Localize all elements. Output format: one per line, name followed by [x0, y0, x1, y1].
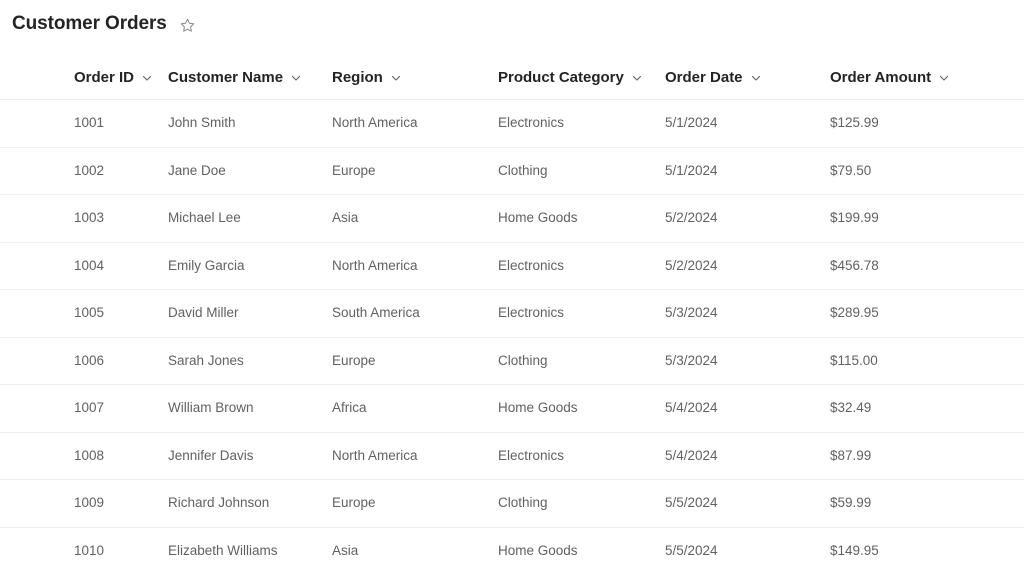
table-row[interactable]: 1004 Emily Garcia North America Electron… — [0, 243, 1024, 290]
cell-order-date: 5/3/2024 — [665, 305, 718, 321]
cell-region: Europe — [332, 495, 376, 511]
cell-product-category: Home Goods — [498, 542, 578, 558]
cell-order-id: 1001 — [74, 115, 105, 131]
cell-order-date: 5/1/2024 — [665, 162, 718, 178]
cell-product-category: Clothing — [498, 162, 548, 178]
column-header-label: Region — [332, 69, 383, 86]
cell-region: Africa — [332, 400, 367, 416]
table-row[interactable]: 1009 Richard Johnson Europe Clothing 5/5… — [0, 480, 1024, 528]
orders-table: Order ID Customer Name Region Product Ca… — [0, 56, 1024, 570]
cell-region: North America — [332, 257, 418, 273]
cell-customer-name: John Smith — [168, 115, 236, 131]
cell-order-id: 1004 — [74, 257, 105, 273]
cell-order-id: 1007 — [74, 400, 105, 416]
cell-order-amount: $32.49 — [830, 400, 872, 416]
cell-order-id: 1002 — [74, 162, 105, 178]
column-header-label: Order Date — [665, 69, 743, 86]
cell-region: Europe — [332, 352, 376, 368]
column-header-order-amount[interactable]: Order Amount — [830, 69, 1024, 86]
column-header-product-category[interactable]: Product Category — [498, 69, 665, 86]
cell-customer-name: Jane Doe — [168, 162, 226, 178]
column-header-label: Product Category — [498, 69, 624, 86]
cell-region: North America — [332, 447, 418, 463]
cell-customer-name: Elizabeth Williams — [168, 542, 278, 558]
cell-product-category: Clothing — [498, 352, 548, 368]
cell-customer-name: Jennifer Davis — [168, 447, 254, 463]
column-header-order-date[interactable]: Order Date — [665, 69, 830, 86]
column-header-region[interactable]: Region — [332, 69, 498, 86]
favorite-star-icon[interactable] — [177, 14, 199, 36]
table-header-row: Order ID Customer Name Region Product Ca… — [0, 56, 1024, 100]
cell-order-date: 5/4/2024 — [665, 447, 718, 463]
cell-region: Asia — [332, 542, 359, 558]
table-row[interactable]: 1005 David Miller South America Electron… — [0, 290, 1024, 338]
column-header-customer-name[interactable]: Customer Name — [168, 69, 332, 86]
table-row[interactable]: 1007 William Brown Africa Home Goods 5/4… — [0, 385, 1024, 433]
table-row[interactable]: 1006 Sarah Jones Europe Clothing 5/3/202… — [0, 338, 1024, 385]
table-row[interactable]: 1002 Jane Doe Europe Clothing 5/1/2024 $… — [0, 148, 1024, 195]
cell-order-id: 1006 — [74, 352, 105, 368]
table-row[interactable]: 1008 Jennifer Davis North America Electr… — [0, 433, 1024, 480]
cell-region: North America — [332, 115, 418, 131]
column-header-label: Order Amount — [830, 69, 932, 86]
cell-order-amount: $125.99 — [830, 115, 879, 131]
cell-order-amount: $289.95 — [830, 305, 879, 321]
cell-order-id: 1010 — [74, 542, 105, 558]
cell-order-amount: $87.99 — [830, 447, 872, 463]
cell-order-date: 5/1/2024 — [665, 115, 718, 131]
table-row[interactable]: 1001 John Smith North America Electronic… — [0, 100, 1024, 148]
cell-order-amount: $79.50 — [830, 162, 872, 178]
column-header-label: Customer Name — [168, 69, 284, 86]
title-bar: Customer Orders — [0, 0, 1024, 36]
cell-order-date: 5/4/2024 — [665, 400, 718, 416]
cell-region: Asia — [332, 210, 359, 226]
table-row[interactable]: 1010 Elizabeth Williams Asia Home Goods … — [0, 528, 1024, 570]
column-header-order-id[interactable]: Order ID — [0, 69, 168, 86]
cell-product-category: Electronics — [498, 257, 565, 273]
cell-order-amount: $456.78 — [830, 257, 879, 273]
cell-order-id: 1008 — [74, 447, 105, 463]
cell-customer-name: William Brown — [168, 400, 254, 416]
cell-product-category: Electronics — [498, 115, 565, 131]
cell-customer-name: Sarah Jones — [168, 352, 244, 368]
cell-region: Europe — [332, 162, 376, 178]
cell-order-date: 5/3/2024 — [665, 352, 718, 368]
cell-order-id: 1009 — [74, 495, 105, 511]
cell-customer-name: Emily Garcia — [168, 257, 245, 273]
cell-order-date: 5/5/2024 — [665, 495, 718, 511]
chevron-down-icon[interactable] — [141, 72, 153, 84]
cell-product-category: Home Goods — [498, 210, 578, 226]
chevron-down-icon[interactable] — [390, 72, 402, 84]
cell-product-category: Home Goods — [498, 400, 578, 416]
cell-order-date: 5/2/2024 — [665, 210, 718, 226]
cell-product-category: Clothing — [498, 495, 548, 511]
cell-order-amount: $199.99 — [830, 210, 879, 226]
cell-order-date: 5/2/2024 — [665, 257, 718, 273]
chevron-down-icon[interactable] — [290, 72, 302, 84]
table-row[interactable]: 1003 Michael Lee Asia Home Goods 5/2/202… — [0, 195, 1024, 243]
cell-order-id: 1003 — [74, 210, 105, 226]
chevron-down-icon[interactable] — [938, 72, 950, 84]
cell-product-category: Electronics — [498, 305, 565, 321]
chevron-down-icon[interactable] — [631, 72, 643, 84]
column-header-label: Order ID — [74, 69, 135, 86]
cell-order-amount: $149.95 — [830, 542, 879, 558]
page-title: Customer Orders — [12, 13, 167, 34]
cell-order-date: 5/5/2024 — [665, 542, 718, 558]
cell-order-id: 1005 — [74, 305, 105, 321]
cell-order-amount: $115.00 — [830, 352, 878, 368]
chevron-down-icon[interactable] — [750, 72, 762, 84]
cell-region: South America — [332, 305, 420, 321]
customer-orders-page: Customer Orders Order ID Customer Name R… — [0, 0, 1024, 570]
cell-customer-name: Michael Lee — [168, 210, 241, 226]
cell-order-amount: $59.99 — [830, 495, 872, 511]
cell-customer-name: David Miller — [168, 305, 239, 321]
cell-product-category: Electronics — [498, 447, 565, 463]
cell-customer-name: Richard Johnson — [168, 495, 270, 511]
